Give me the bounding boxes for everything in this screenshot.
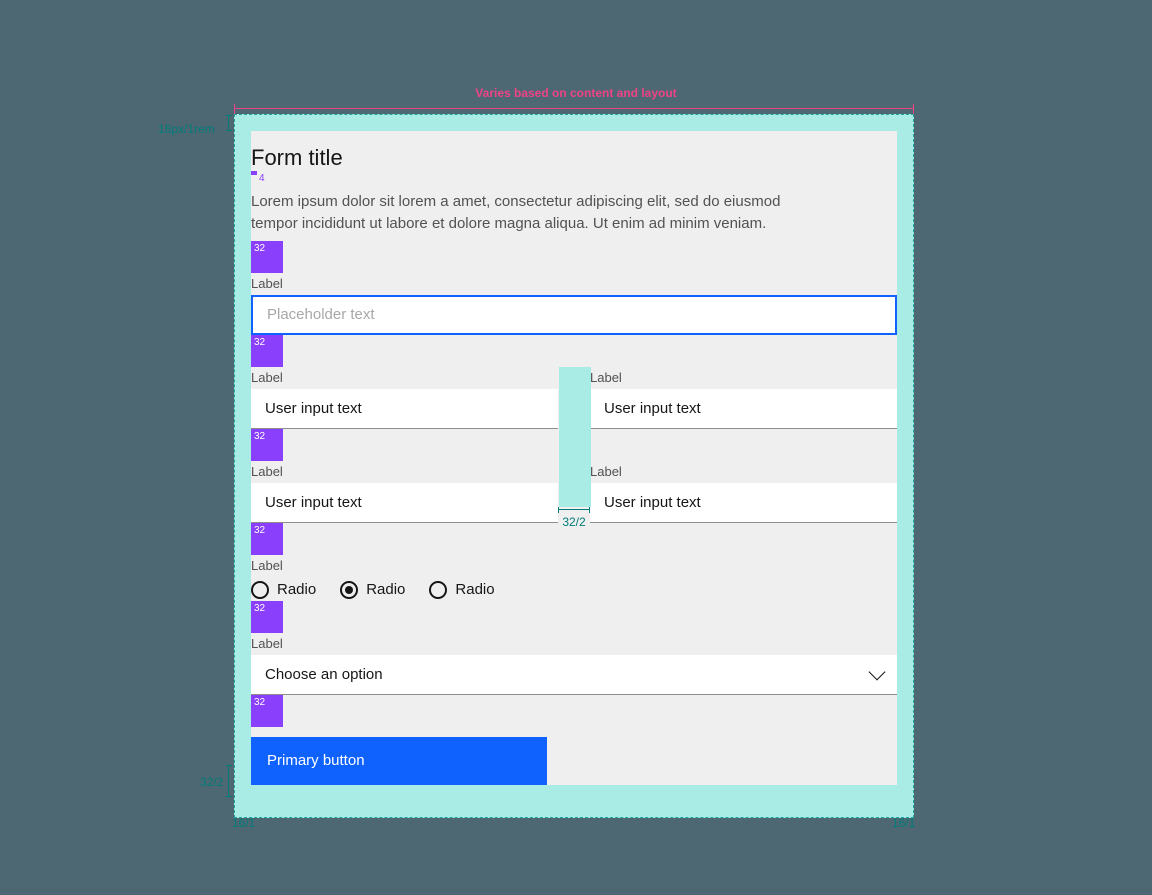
radio-circle-icon [429,581,447,599]
spacer-32-e: 32 [251,601,283,633]
spacer-32-b: 32 [251,335,283,367]
annotation-width-label: Varies based on content and layout [0,86,1152,100]
row1-right-input[interactable] [590,389,897,429]
radio-option-2[interactable]: Radio [429,581,494,599]
row2-left-label: Label [251,461,558,483]
radio-option-1[interactable]: Radio [340,581,405,599]
radio-option-0[interactable]: Radio [251,581,316,599]
radio-circle-icon [251,581,269,599]
form-description: Lorem ipsum dolor sit lorem a amet, cons… [251,189,897,241]
form-outline: Form title 4 Lorem ipsum dolor sit lorem… [234,114,914,818]
column-gap-marker: 32/2 [558,509,590,529]
row1-right-label: Label [590,367,897,389]
spacer-4-label: 4 [259,173,265,184]
spacer-32-f: 32 [251,695,283,727]
spacer-32-c: 32 [251,429,283,461]
row2-right-input[interactable] [590,483,897,523]
annotation-right-padding: 16/1 [892,816,915,830]
radio-dot-icon [345,586,353,594]
column-gap-label: 32/2 [562,515,585,529]
radio-option-label: Radio [366,581,405,598]
radio-group-label: Label [251,555,897,577]
annotation-top-padding: 16px/1rem [158,122,215,136]
row1-left-label: Label [251,367,558,389]
spacer-4 [251,171,257,175]
annotation-bottom-padding: 32/2 [200,775,223,789]
spacer-32-d: 32 [251,523,283,555]
row1-left-input[interactable] [251,389,558,429]
radio-circle-icon [340,581,358,599]
select-placeholder: Choose an option [265,666,383,683]
row2-right-label: Label [590,461,897,483]
spacer-32-a: 32 [251,241,283,273]
row2-left-input[interactable] [251,483,558,523]
select-dropdown[interactable]: Choose an option [251,655,897,695]
select-label: Label [251,633,897,655]
radio-option-label: Radio [455,581,494,598]
field1-input[interactable] [251,295,897,335]
form-container: Form title 4 Lorem ipsum dolor sit lorem… [251,131,897,785]
primary-button[interactable]: Primary button [251,737,547,785]
chevron-down-icon [869,664,886,681]
form-title: Form title [251,131,897,171]
radio-option-label: Radio [277,581,316,598]
annotation-left-padding: 16/1 [232,816,255,830]
column-gap-highlight [559,367,591,507]
radio-group: Radio Radio Radio [251,577,897,601]
field1-label: Label [251,273,897,295]
